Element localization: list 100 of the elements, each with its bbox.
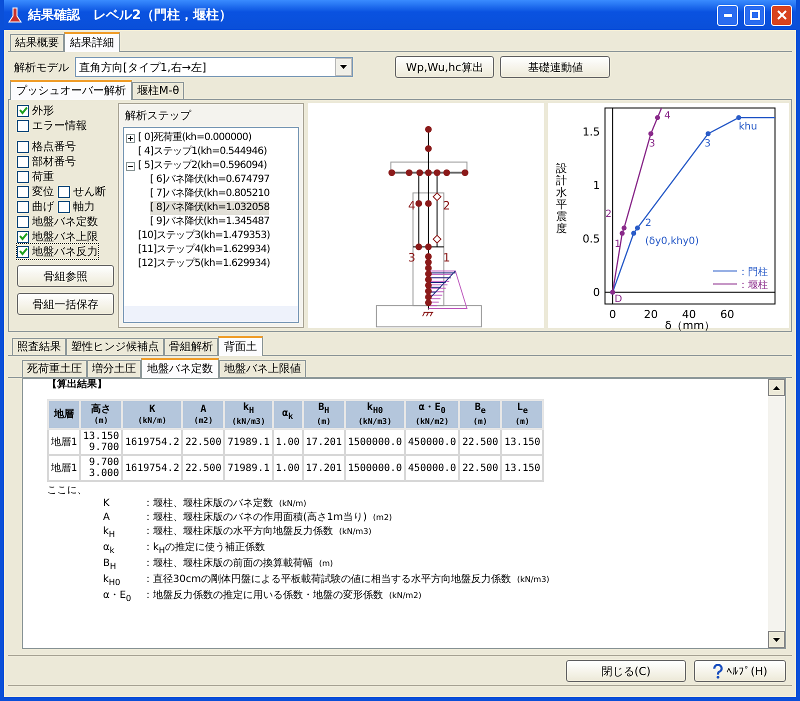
checkbox[interactable]: 地盤バネ反力	[17, 244, 98, 259]
field-label: 解析モデル	[14, 60, 69, 74]
scroll-up-icon[interactable]	[768, 379, 785, 396]
collapse-icon[interactable]	[126, 162, 135, 170]
tab[interactable]: 結果詳細	[64, 32, 120, 52]
checkbox[interactable]: 軸力	[58, 199, 95, 214]
table-cell: 1.00	[272, 429, 303, 455]
close-dialog-button[interactable]: 閉じる(C)	[566, 660, 686, 682]
point-label: (δy0,khy0)	[645, 236, 699, 248]
tab[interactable]: 地盤バネ上限値	[219, 360, 306, 377]
table-cell: 22.500	[182, 455, 224, 481]
data-point	[736, 115, 742, 120]
symbol-label: B$_{H}$	[103, 557, 118, 573]
table-cell: 1500000.0	[344, 455, 406, 481]
action-button[interactable]: 骨組参照	[17, 265, 114, 287]
node-label: 1	[442, 250, 450, 264]
checkbox[interactable]: 部材番号	[17, 154, 76, 169]
action-button[interactable]: Wp,Wu,hc算出	[395, 56, 494, 78]
checkbox[interactable]: 変位	[17, 184, 54, 199]
tab[interactable]: 背面土	[218, 336, 263, 356]
checkbox[interactable]: 外形	[17, 103, 54, 118]
point-label: khu	[738, 121, 758, 132]
checkbox[interactable]: 曲げ	[17, 199, 54, 214]
tree-item[interactable]: [ 9]バネ降伏(kh=1.345487	[150, 215, 270, 229]
column-header: A (m2)	[182, 400, 224, 429]
action-button[interactable]: 基礎連動値	[500, 56, 610, 78]
tick-label: 0	[593, 286, 600, 300]
point-label: 2	[645, 218, 652, 229]
checkbox[interactable]: 地盤バネ定数	[17, 214, 98, 229]
table-cell: 13.150	[501, 455, 544, 481]
tab[interactable]: 照査結果	[12, 338, 66, 355]
tree-item[interactable]: [ 0]死荷重(kh=0.000000)	[138, 131, 252, 145]
tree-item[interactable]: [10]ステップ3(kh=1.479353)	[138, 229, 270, 243]
definition-text: ：堰柱、堰柱床版のバネ定数 (kN/m)	[143, 497, 306, 511]
tree-item[interactable]: [ 4]ステップ1(kh=0.544946)	[138, 145, 267, 159]
tab[interactable]: 結果概要	[10, 34, 64, 51]
tab[interactable]: 増分土圧	[87, 360, 141, 377]
symbol-label: A	[103, 511, 111, 525]
point-label: 1	[614, 239, 621, 250]
tree-item[interactable]: [11]ステップ4(kh=1.629934)	[138, 243, 270, 257]
definition-text: ：堰柱、堰柱床版のバネの作用面積(高さ1m当り) (m2)	[143, 511, 392, 525]
tree-item[interactable]: [12]ステップ5(kh=1.629934)	[138, 257, 270, 271]
model-select[interactable]: 直角方向[タイプ1,右→左]	[75, 57, 353, 77]
expand-icon[interactable]	[126, 134, 135, 142]
minimize-icon	[724, 14, 732, 16]
table-cell: 1500000.0	[344, 429, 406, 455]
tab[interactable]: 地盤バネ定数	[141, 358, 219, 378]
column-header: 地層	[48, 400, 80, 429]
symbol-label: α$_{k}$	[103, 541, 116, 557]
checkbox[interactable]: エラー情報	[17, 118, 87, 133]
horizontal-scrollbar[interactable]	[124, 306, 298, 322]
definition-text: ：地盤反力係数の推定に用いる係数・地盤の変形係数 (kN/m2)	[143, 589, 422, 603]
action-button[interactable]: 骨組一括保存	[17, 293, 114, 315]
point-label: 2	[605, 209, 612, 220]
legend-line	[712, 270, 738, 272]
checkbox[interactable]: 格点番号	[17, 139, 76, 154]
table-cell: 1619754.2	[122, 429, 182, 455]
help-button[interactable]: ﾍﾙﾌﾟ(H)	[694, 660, 786, 682]
minimize-button[interactable]	[717, 4, 738, 26]
data-point	[648, 131, 654, 136]
tree-item[interactable]: [ 6]バネ降伏(kh=0.674797	[150, 173, 270, 187]
tab[interactable]: 骨組解析	[164, 338, 218, 355]
definition-text: ：k$_{H}$の推定に使う補正係数	[143, 541, 266, 557]
tree-item[interactable]: [ 8]バネ降伏(kh=1.032058	[150, 201, 270, 215]
column-header: B$_{e}$ (m)	[459, 400, 502, 429]
checkbox[interactable]: 地盤バネ上限	[17, 229, 98, 244]
maximize-button[interactable]	[744, 4, 765, 26]
table-cell: 9.700 3.000	[80, 455, 122, 481]
definition-text: ：堰柱、堰柱床版の水平方向地盤反力係数 (kN/m3)	[143, 525, 372, 539]
axis-title: 設計水平震度	[556, 163, 567, 236]
tick-label: 1	[593, 179, 600, 192]
checkbox[interactable]: 荷重	[17, 169, 54, 184]
tree-item[interactable]: [ 7]バネ降伏(kh=0.805210	[150, 187, 270, 201]
tab[interactable]: 塑性ヒンジ候補点	[66, 338, 164, 355]
table-cell: 22.500	[459, 455, 502, 481]
app-icon	[8, 7, 22, 23]
table-cell: 1619754.2	[122, 455, 182, 481]
help-icon	[712, 664, 723, 678]
panel-title: 解析ステップ	[124, 108, 192, 124]
legend-label: ：堰柱	[738, 280, 768, 291]
column-header: α・E$_{0}$ (kN/m2)	[405, 400, 460, 429]
legend-label: ：門柱	[738, 267, 768, 278]
tab[interactable]: プッシュオーバー解析	[10, 80, 132, 100]
definition-text: ：堰柱、堰柱床版の前面の換算載荷幅 (m)	[143, 557, 334, 571]
table-cell: 13.150	[501, 429, 544, 455]
vertical-scrollbar[interactable]	[768, 379, 785, 648]
table-cell: 13.150 9.700	[80, 429, 122, 455]
tab[interactable]: 堰柱M-θ	[132, 82, 184, 99]
checkbox[interactable]: せん断	[58, 184, 106, 199]
symbol-label: k$_{H0}$	[103, 573, 122, 589]
legend-intro: ここに、	[47, 484, 88, 497]
data-point	[706, 131, 711, 136]
column-header: B$_{H}$ (m)	[302, 400, 345, 429]
maximize-icon	[750, 10, 760, 20]
close-button[interactable]	[771, 4, 792, 26]
tree-item[interactable]: [ 5]ステップ2(kh=0.596094)	[138, 159, 267, 173]
tab[interactable]: 死荷重土圧	[22, 360, 87, 377]
scroll-down-icon[interactable]	[768, 631, 785, 648]
close-icon	[776, 10, 786, 20]
table-cell: 71989.1	[224, 455, 273, 481]
